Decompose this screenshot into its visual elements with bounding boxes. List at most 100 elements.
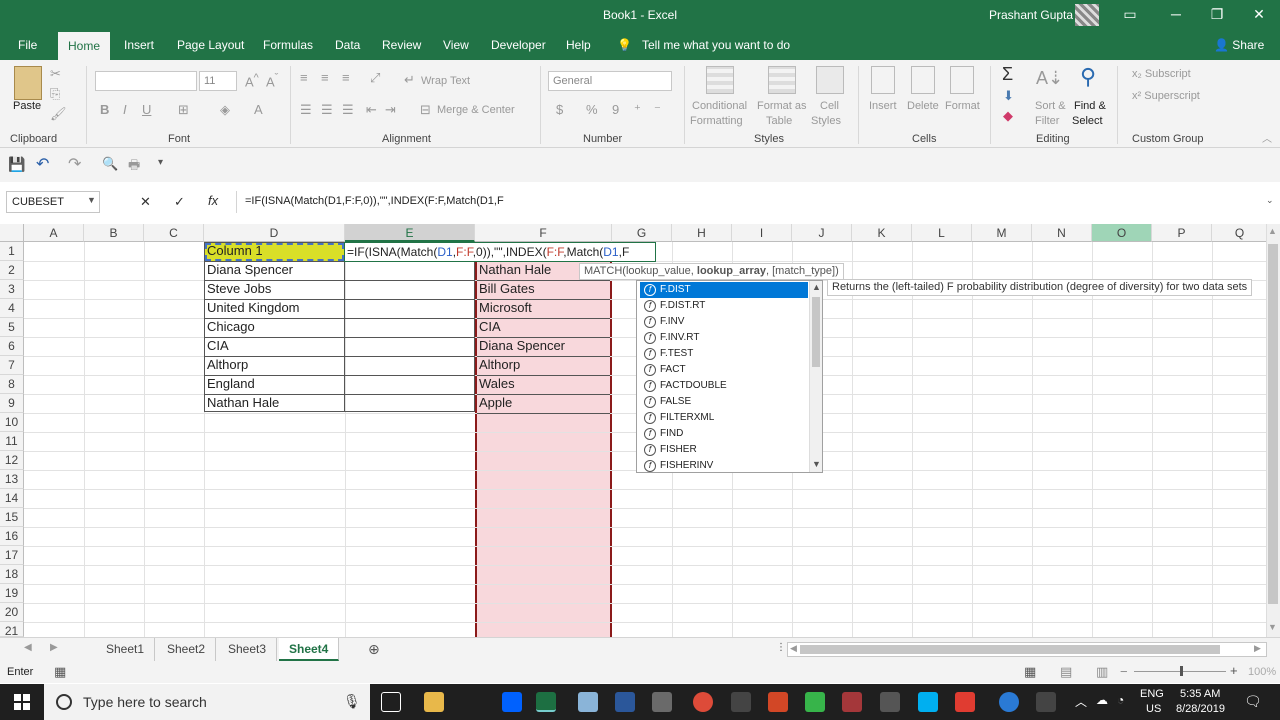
horizontal-scroll-thumb[interactable] [800, 645, 1220, 654]
zoom-level[interactable]: 100% [1248, 666, 1276, 678]
row-header[interactable]: 17 [0, 546, 24, 565]
cell-d8[interactable]: England [205, 375, 344, 394]
app-icon[interactable] [652, 692, 672, 712]
cell-d7[interactable]: Althorp [205, 356, 344, 375]
customize-qat-icon[interactable]: ▾ [158, 157, 163, 168]
autocomplete-scroll-thumb[interactable] [812, 297, 820, 367]
cell-d2[interactable]: Diana Spencer [205, 261, 344, 280]
decrease-indent-icon[interactable]: ⇤ [366, 102, 377, 118]
row-header[interactable]: 8 [0, 375, 24, 394]
grow-font-icon[interactable]: A^ [245, 72, 259, 89]
column-header[interactable]: J [792, 224, 852, 242]
collapse-ribbon-icon[interactable]: ︿ [1262, 130, 1272, 145]
prev-sheet-icon[interactable]: ◀ [24, 642, 32, 653]
minimize-icon[interactable]: ─ [1166, 4, 1186, 24]
column-header[interactable]: G [612, 224, 672, 242]
scroll-left-icon[interactable]: ◀ [790, 643, 797, 654]
shrink-font-icon[interactable]: Aˇ [266, 72, 278, 89]
row-header[interactable]: 13 [0, 470, 24, 489]
skype-icon[interactable] [918, 692, 938, 712]
autocomplete-item[interactable]: f F.INV.RT [640, 330, 808, 346]
delete-cells-icon[interactable] [911, 66, 935, 94]
sheet-tab-active[interactable]: Sheet4 [279, 638, 340, 661]
clock-time[interactable]: 5:35 AM [1180, 688, 1220, 700]
align-bottom-icon[interactable]: ≡ [342, 70, 350, 85]
word-icon[interactable] [615, 692, 635, 712]
name-box-dropdown-icon[interactable]: ▼ [87, 195, 96, 205]
column-header[interactable]: M [972, 224, 1032, 242]
row-header[interactable]: 10 [0, 413, 24, 432]
cell-f3[interactable]: Bill Gates [477, 280, 610, 299]
tab-insert[interactable]: Insert [124, 30, 154, 60]
language-region[interactable]: US [1146, 703, 1161, 715]
cell-d6[interactable]: CIA [205, 337, 344, 356]
cell-d4[interactable]: United Kingdom [205, 299, 344, 318]
cell-styles-label[interactable]: Cell [820, 100, 839, 112]
autocomplete-item[interactable]: f FACTDOUBLE [640, 378, 808, 394]
row-header[interactable]: 12 [0, 451, 24, 470]
percent-icon[interactable]: % [586, 102, 598, 117]
align-top-icon[interactable]: ≡ [300, 70, 308, 85]
task-view-icon[interactable] [381, 692, 401, 712]
find-select-label[interactable]: Find & [1074, 100, 1106, 112]
fill-icon[interactable]: ⬇ [1003, 88, 1014, 104]
cell-f6[interactable]: Diana Spencer [477, 337, 610, 356]
superscript-button[interactable]: x² Superscript [1132, 90, 1200, 102]
column-header[interactable]: B [84, 224, 144, 242]
column-header[interactable]: H [672, 224, 732, 242]
row-header[interactable]: 9 [0, 394, 24, 413]
font-name-combo[interactable] [95, 71, 197, 91]
row-header[interactable]: 20 [0, 603, 24, 622]
more-icon[interactable]: ⋮ [776, 642, 786, 653]
dropbox-icon[interactable] [502, 692, 522, 712]
align-left-icon[interactable]: ☰ [300, 102, 312, 118]
conditional-formatting-label-2[interactable]: Formatting [690, 115, 743, 127]
tab-review[interactable]: Review [382, 30, 421, 60]
chrome-icon[interactable] [693, 692, 713, 712]
cell-f8[interactable]: Wales [477, 375, 610, 394]
row-header[interactable]: 14 [0, 489, 24, 508]
ribbon-display-icon[interactable]: ▭ [1120, 4, 1140, 24]
row-header[interactable]: 7 [0, 356, 24, 375]
autocomplete-item[interactable]: f F.INV [640, 314, 808, 330]
people-icon[interactable] [1036, 692, 1056, 712]
page-break-view-icon[interactable]: ▥ [1096, 664, 1108, 680]
insert-function-icon[interactable]: fx [208, 193, 218, 208]
maximize-icon[interactable]: ❐ [1207, 4, 1227, 24]
increase-decimal-icon[interactable]: ⁺ [634, 102, 641, 118]
row-header[interactable]: 2 [0, 261, 24, 280]
copy-icon[interactable]: ⎘ [50, 86, 60, 102]
snipping-icon[interactable] [578, 692, 598, 712]
cell-f4[interactable]: Microsoft [477, 299, 610, 318]
cell-e1-editor[interactable]: =IF(ISNA(Match(D1,F:F,0)),"",INDEX(F:F,M… [344, 242, 656, 262]
wrap-text-icon[interactable]: ↵ [404, 72, 415, 88]
scroll-up-icon[interactable]: ▲ [1268, 226, 1277, 236]
print-preview-icon[interactable]: 🔍 [102, 156, 118, 172]
autocomplete-item[interactable]: f F.DIST [640, 282, 808, 298]
align-right-icon[interactable]: ☰ [342, 102, 354, 118]
row-header[interactable]: 21 [0, 622, 24, 638]
avatar[interactable] [1075, 4, 1099, 26]
increase-indent-icon[interactable]: ⇥ [385, 102, 396, 118]
column-header[interactable]: Q [1212, 224, 1268, 242]
format-as-table-label[interactable]: Format as [757, 100, 807, 112]
row-header[interactable]: 4 [0, 299, 24, 318]
insert-cells-icon[interactable] [871, 66, 895, 94]
windows-start-icon[interactable] [14, 694, 30, 710]
autocomplete-item[interactable]: f FISHERINV [640, 458, 808, 472]
sort-filter-label-2[interactable]: Filter [1035, 115, 1059, 127]
cell-f9[interactable]: Apple [477, 394, 610, 413]
tab-help[interactable]: Help [566, 30, 591, 60]
sheet-tab[interactable]: Sheet2 [157, 638, 217, 661]
row-header[interactable]: 15 [0, 508, 24, 527]
column-header[interactable]: I [732, 224, 792, 242]
sheet-tab[interactable]: Sheet1 [96, 638, 156, 661]
next-sheet-icon[interactable]: ▶ [50, 642, 58, 653]
cell-d5[interactable]: Chicago [205, 318, 344, 337]
font-color-icon[interactable]: A [254, 102, 263, 117]
camtasia-icon[interactable] [805, 692, 825, 712]
name-box[interactable]: CUBESET [6, 191, 100, 213]
scroll-right-icon[interactable]: ▶ [1254, 643, 1261, 654]
cell-styles-label-2[interactable]: Styles [811, 115, 841, 127]
autocomplete-item[interactable]: f FALSE [640, 394, 808, 410]
